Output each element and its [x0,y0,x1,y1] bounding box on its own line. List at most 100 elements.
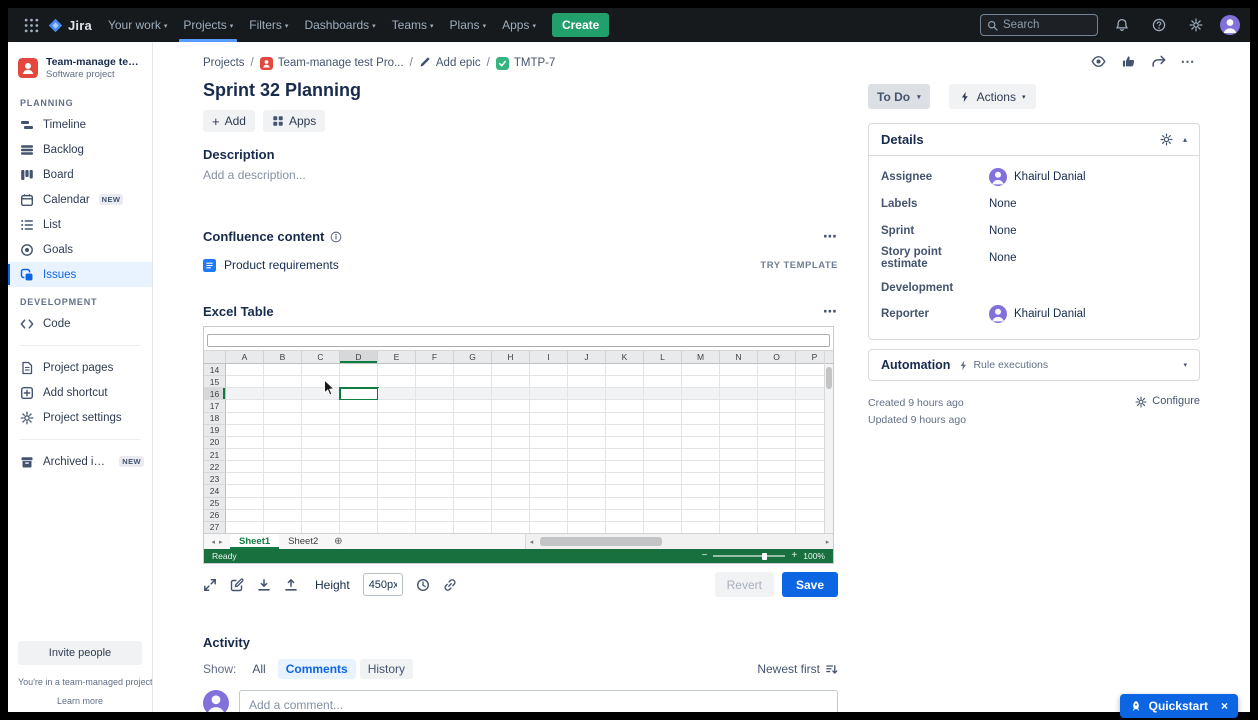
column-header-O[interactable]: O [758,351,796,364]
search-box[interactable] [980,14,1098,36]
cell-F25[interactable] [416,498,454,510]
cell-A15[interactable] [226,376,264,388]
cell-B20[interactable] [264,437,302,449]
cell-L15[interactable] [644,376,682,388]
cell-G26[interactable] [454,510,492,522]
cell-I23[interactable] [530,473,568,485]
cell-F23[interactable] [416,473,454,485]
learn-more-link[interactable]: Learn more [18,696,142,706]
column-header-H[interactable]: H [492,351,530,364]
cell-D16[interactable] [340,388,378,400]
cell-L21[interactable] [644,449,682,461]
cell-A27[interactable] [226,522,264,533]
cell-N20[interactable] [720,437,758,449]
cell-J25[interactable] [568,498,606,510]
row-header-15[interactable]: 15 [204,376,226,388]
quickstart-button[interactable]: Quickstart × [1120,694,1238,718]
chevron-down-icon[interactable]: ▾ [1183,361,1187,369]
cell-G24[interactable] [454,485,492,497]
cell-K16[interactable] [606,388,644,400]
cell-O22[interactable] [758,461,796,473]
cell-H15[interactable] [492,376,530,388]
cell-J14[interactable] [568,364,606,376]
cell-O20[interactable] [758,437,796,449]
sheet-prev-icon[interactable]: ◂ [211,538,215,546]
revert-button[interactable]: Revert [715,572,774,597]
column-header-E[interactable]: E [378,351,416,364]
cell-K23[interactable] [606,473,644,485]
cell-C26[interactable] [302,510,340,522]
sidebar-item-board[interactable]: Board [8,162,152,187]
cell-H18[interactable] [492,413,530,425]
cell-K15[interactable] [606,376,644,388]
cell-J26[interactable] [568,510,606,522]
cell-F16[interactable] [416,388,454,400]
cell-I17[interactable] [530,400,568,412]
formula-bar[interactable] [207,334,830,347]
cell-N21[interactable] [720,449,758,461]
sidebar-item-code[interactable]: Code [8,311,152,336]
cell-J27[interactable] [568,522,606,533]
cell-J15[interactable] [568,376,606,388]
filter-history[interactable]: History [360,659,413,679]
cell-L24[interactable] [644,485,682,497]
cell-A18[interactable] [226,413,264,425]
cell-C25[interactable] [302,498,340,510]
zoom-out-button[interactable]: − [702,551,708,561]
filter-all[interactable]: All [244,659,273,679]
cell-D23[interactable] [340,473,378,485]
select-all-corner[interactable] [204,351,226,364]
cell-K24[interactable] [606,485,644,497]
cell-H25[interactable] [492,498,530,510]
cell-N22[interactable] [720,461,758,473]
field-value-reporter[interactable]: Khairul Danial [989,305,1086,323]
cell-M17[interactable] [682,400,720,412]
apps-button[interactable]: Apps [263,110,325,132]
cell-M24[interactable] [682,485,720,497]
cell-C24[interactable] [302,485,340,497]
row-header-16[interactable]: 16 [204,388,226,400]
cell-A14[interactable] [226,364,264,376]
cell-D24[interactable] [340,485,378,497]
cell-O14[interactable] [758,364,796,376]
cell-B24[interactable] [264,485,302,497]
breadcrumb-add-epic[interactable]: Add epic [419,56,481,71]
cell-L17[interactable] [644,400,682,412]
cell-I19[interactable] [530,425,568,437]
breadcrumb-project[interactable]: Team-manage test Pro... [260,57,404,70]
cell-O25[interactable] [758,498,796,510]
row-header-25[interactable]: 25 [204,498,226,510]
cell-B15[interactable] [264,376,302,388]
column-header-K[interactable]: K [606,351,644,364]
sidebar-item-goals[interactable]: Goals [8,237,152,262]
cell-F21[interactable] [416,449,454,461]
cell-L19[interactable] [644,425,682,437]
cell-H22[interactable] [492,461,530,473]
cell-F17[interactable] [416,400,454,412]
cell-K21[interactable] [606,449,644,461]
sheet-next-icon[interactable]: ▸ [219,538,223,546]
cell-B14[interactable] [264,364,302,376]
cell-A26[interactable] [226,510,264,522]
cell-I25[interactable] [530,498,568,510]
sidebar-item-add-shortcut[interactable]: Add shortcut [8,380,152,405]
sidebar-item-project-pages[interactable]: Project pages [8,355,152,380]
sidebar-item-calendar[interactable]: CalendarNEW [8,187,152,212]
cell-J16[interactable] [568,388,606,400]
breadcrumb-projects[interactable]: Projects [203,57,245,69]
sidebar-item-backlog[interactable]: Backlog [8,137,152,162]
cell-I26[interactable] [530,510,568,522]
cell-N15[interactable] [720,376,758,388]
scrollbar-thumb[interactable] [826,367,832,389]
cell-G17[interactable] [454,400,492,412]
cell-G15[interactable] [454,376,492,388]
nav-menu-filters[interactable]: Filters▾ [241,8,296,42]
cell-L25[interactable] [644,498,682,510]
cell-K20[interactable] [606,437,644,449]
cell-C18[interactable] [302,413,340,425]
cell-C17[interactable] [302,400,340,412]
cell-E25[interactable] [378,498,416,510]
sidebar-item-archived-issues[interactable]: Archived issues NEW [8,449,152,474]
cell-F15[interactable] [416,376,454,388]
confluence-page-link[interactable]: Product requirements TRY TEMPLATE [203,258,838,272]
